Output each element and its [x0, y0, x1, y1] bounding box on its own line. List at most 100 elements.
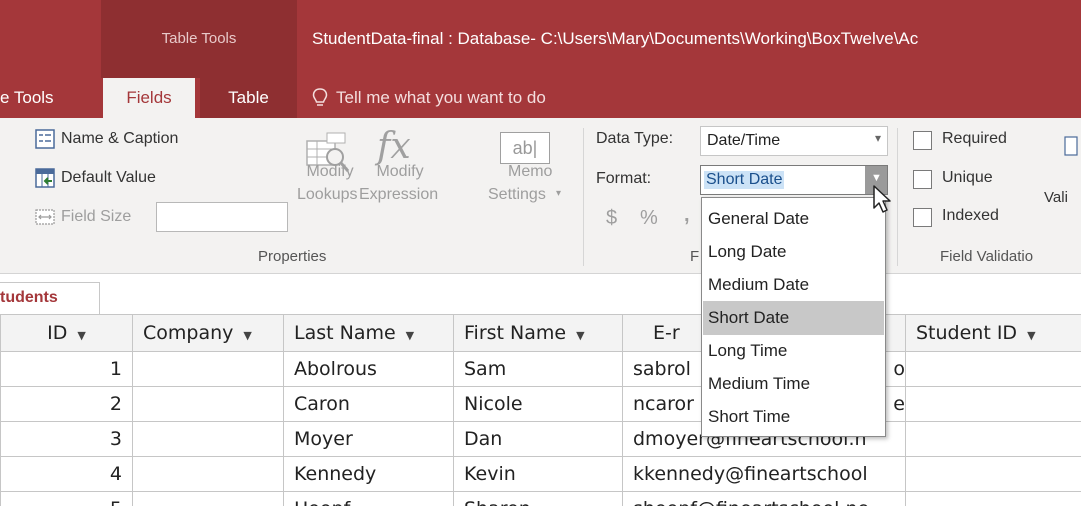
format-option[interactable]: General Date	[703, 202, 884, 236]
cell-id[interactable]: 5	[0, 491, 133, 506]
properties-group-label: Properties	[258, 248, 327, 265]
modify-expression-label-2: Expression	[359, 186, 439, 203]
column-header-label: E-r	[653, 322, 680, 344]
currency-button[interactable]: $	[606, 207, 617, 230]
tell-me-text: Tell me what you want to do	[336, 88, 546, 107]
format-option[interactable]: Medium Date	[703, 268, 884, 302]
format-dropdown-list: General Date Long Date Medium Date Short…	[701, 197, 886, 437]
cell-company[interactable]	[132, 351, 284, 387]
cell-first-name[interactable]: Dan	[453, 421, 623, 457]
table-row[interactable]: 3 Moyer Dan dmoyer@fineartschool.n	[0, 421, 1081, 457]
tab-tools[interactable]: e Tools	[0, 78, 54, 118]
field-size-input[interactable]	[156, 202, 288, 232]
ribbon: Name & Caption Default Value Field Size …	[0, 118, 1081, 274]
table-tools-label: Table Tools	[161, 30, 237, 47]
format-option[interactable]: Short Time	[703, 400, 884, 434]
column-header-student-id[interactable]: Student ID ▼	[905, 314, 1081, 352]
chevron-down-icon: ▾	[874, 131, 881, 145]
indexed-label: Indexed	[942, 207, 999, 224]
table-row[interactable]: 5 Hoopf Sharon shoopf@fineartschool.ne	[0, 491, 1081, 506]
unique-checkbox[interactable]	[913, 170, 932, 189]
format-select[interactable]: Short Date ▼	[700, 165, 888, 195]
cell-id[interactable]: 3	[0, 421, 133, 457]
format-value: Short Date	[704, 171, 785, 189]
modify-lookups-label-1: Modify	[306, 163, 354, 180]
tab-fields[interactable]: Fields	[103, 78, 195, 118]
column-header-last-name[interactable]: Last Name ▼	[283, 314, 454, 352]
cell-email[interactable]: kkennedy@fineartschool	[622, 456, 906, 492]
default-value-icon	[35, 168, 55, 188]
lightbulb-icon	[312, 88, 328, 106]
cell-last-name[interactable]: Abolrous	[283, 351, 454, 387]
format-option[interactable]: Long Date	[703, 235, 884, 269]
modify-expression-label-1: Modify	[376, 163, 424, 180]
cell-company[interactable]	[132, 491, 284, 506]
formatting-group-label: F	[690, 248, 700, 265]
mouse-cursor-icon	[873, 185, 891, 213]
chevron-down-icon[interactable]: ▼	[77, 329, 85, 342]
chevron-down-icon[interactable]: ▼	[1027, 329, 1035, 342]
cell-email[interactable]: shoopf@fineartschool.ne	[622, 491, 906, 506]
table-row[interactable]: 2 Caron Nicole ncaror e	[0, 386, 1081, 422]
cell-first-name[interactable]: Kevin	[453, 456, 623, 492]
column-header-company[interactable]: Company ▼	[132, 314, 284, 352]
cell-last-name[interactable]: Caron	[283, 386, 454, 422]
unique-label: Unique	[942, 169, 993, 186]
cell-id[interactable]: 2	[0, 386, 133, 422]
function-fx-icon: fx	[377, 126, 411, 167]
memo-settings-label-1: Memo	[508, 163, 553, 180]
column-header-label: Last Name	[294, 322, 396, 344]
comma-style-button[interactable]: ,	[684, 204, 690, 227]
cell-last-name[interactable]: Moyer	[283, 421, 454, 457]
required-label: Required	[942, 130, 1007, 147]
format-label: Format:	[596, 170, 652, 187]
chevron-down-icon[interactable]: ▼	[243, 329, 251, 342]
format-option[interactable]: Medium Time	[703, 367, 884, 401]
format-option-selected[interactable]: Short Date	[703, 301, 884, 335]
field-validation-group-label: Field Validatio	[940, 248, 1034, 265]
column-header-label: First Name	[464, 322, 567, 344]
cell-id[interactable]: 1	[0, 351, 133, 387]
cell-student-id[interactable]	[905, 491, 1081, 506]
tell-me-search[interactable]: Tell me what you want to do	[312, 78, 546, 118]
column-header-first-name[interactable]: First Name ▼	[453, 314, 623, 352]
format-option[interactable]: Long Time	[703, 334, 884, 368]
cell-email[interactable]: ncaror	[622, 386, 706, 422]
cell-company[interactable]	[132, 421, 284, 457]
indexed-checkbox[interactable]	[913, 208, 932, 227]
chevron-down-icon: ▼	[871, 172, 882, 184]
column-header-id[interactable]: ID ▼	[0, 314, 133, 352]
cell-student-id[interactable]	[905, 456, 1081, 492]
cell-last-name[interactable]: Hoopf	[283, 491, 454, 506]
cell-last-name[interactable]: Kennedy	[283, 456, 454, 492]
cell-student-id[interactable]	[905, 351, 1081, 387]
cell-company[interactable]	[132, 456, 284, 492]
data-type-value: Date/Time	[707, 132, 781, 149]
cell-company[interactable]	[132, 386, 284, 422]
cell-first-name[interactable]: Sam	[453, 351, 623, 387]
percent-button[interactable]: %	[640, 207, 658, 230]
name-caption-label: Name & Caption	[61, 130, 179, 147]
required-checkbox[interactable]	[913, 131, 932, 150]
cell-student-id[interactable]	[905, 386, 1081, 422]
cell-student-id[interactable]	[905, 421, 1081, 457]
chevron-down-icon: ▾	[556, 188, 562, 199]
datasheet-grid: ID ▼ Company ▼ Last Name ▼ First Name ▼ E-r …	[0, 314, 1081, 506]
table-row[interactable]: 1 Abolrous Sam sabrol o	[0, 351, 1081, 387]
cell-id[interactable]: 4	[0, 456, 133, 492]
name-caption-icon	[35, 129, 55, 149]
data-type-label: Data Type:	[596, 130, 674, 147]
data-type-select[interactable]: Date/Time ▾	[700, 126, 888, 156]
cell-first-name[interactable]: Nicole	[453, 386, 623, 422]
cell-first-name[interactable]: Sharon	[453, 491, 623, 506]
chevron-down-icon[interactable]: ▼	[406, 329, 414, 342]
field-size-label: Field Size	[61, 208, 132, 225]
validation-button-label[interactable]: Vali	[1044, 189, 1068, 206]
group-separator	[897, 128, 898, 266]
table-row[interactable]: 4 Kennedy Kevin kkennedy@fineartschool	[0, 456, 1081, 492]
cell-email[interactable]: sabrol	[622, 351, 706, 387]
default-value-label: Default Value	[61, 169, 156, 186]
tab-table[interactable]: Table	[200, 78, 297, 118]
students-table-tab[interactable]: tudents	[0, 282, 100, 314]
chevron-down-icon[interactable]: ▼	[576, 329, 584, 342]
